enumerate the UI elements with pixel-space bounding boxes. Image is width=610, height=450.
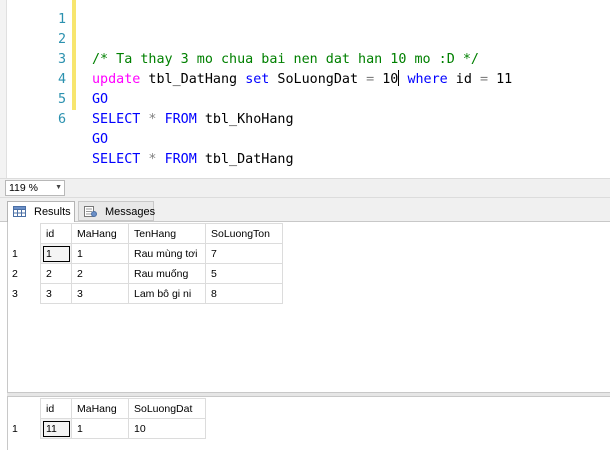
change-marker [72,90,76,110]
column-header-mahang[interactable]: MaHang [71,398,129,419]
column-header-id[interactable]: id [40,398,72,419]
horizontal-scrollbar[interactable] [72,182,602,194]
results-grid-khohang[interactable]: id MaHang TenHang SoLuongTon 1 1 1 Rau m… [8,223,283,304]
grid-cell[interactable]: Lam bô gi ni [128,283,206,304]
table-row[interactable]: 1 11 1 10 [8,418,206,439]
grid-header-row: id MaHang SoLuongDat [8,398,206,419]
change-marker [72,50,76,70]
grid-cell[interactable]: 2 [71,263,129,284]
table-row[interactable]: 3 3 3 Lam bô gi ni 8 [8,283,283,304]
zoom-dropdown[interactable]: 119 % ▼ [5,180,65,196]
sql-keyword: GO [92,132,109,147]
results-pane: id MaHang TenHang SoLuongTon 1 1 1 Rau m… [0,222,610,450]
sql-editor[interactable]: 1 /* Ta thay 3 mo chua bai nen dat han 1… [0,0,610,178]
grid-cell[interactable]: 2 [40,263,72,284]
pane-splitter[interactable] [7,392,610,397]
row-number[interactable]: 1 [8,243,41,264]
zoom-value: 119 % [9,182,38,194]
code-line-5: 5 GO [0,70,610,147]
column-header-tenhang[interactable]: TenHang [128,223,206,244]
sql-identifier: tbl_KhoHang [196,112,294,127]
tab-messages-label: Messages [105,206,156,218]
tab-results[interactable]: Results [7,201,75,223]
row-header-corner [8,398,41,419]
sql-operator: * [140,152,165,167]
grid-cell[interactable]: 1 [71,243,129,264]
change-marker [72,0,76,10]
results-grid-dathang[interactable]: id MaHang SoLuongDat 1 11 1 10 [8,398,206,439]
code-line-1: 1 /* Ta thay 3 mo chua bai nen dat han 1… [0,0,610,67]
line-number: 6 [57,112,66,127]
code-line-2: 2 update tbl_DatHang set SoLuongDat = 10… [0,10,610,87]
grid-cell[interactable]: 11 [40,418,72,439]
sql-keyword: SELECT [92,112,141,127]
code-line-4: 4 SELECT * FROM tbl_KhoHang [0,50,610,127]
code-line-3: 3 GO [0,30,610,107]
change-marker [72,30,76,50]
sql-keyword: FROM [164,112,197,127]
tab-messages[interactable]: Messages [78,201,156,221]
grid-cell[interactable]: Rau mùng tơi [128,243,206,264]
sql-keyword: FROM [164,152,197,167]
change-marker [72,70,76,90]
grid-cell[interactable]: 1 [40,243,72,264]
sql-identifier: tbl_DatHang [196,152,294,167]
messages-icon [84,206,97,217]
row-header-corner [8,223,41,244]
chevron-down-icon[interactable]: ▼ [55,181,62,195]
change-marker [72,10,76,30]
sql-keyword: SELECT [92,152,141,167]
row-number[interactable]: 2 [8,263,41,284]
grid-cell[interactable]: Rau muống [128,263,206,284]
table-row[interactable]: 1 1 1 Rau mùng tơi 7 [8,243,283,264]
column-header-soluongton[interactable]: SoLuongTon [205,223,283,244]
grid-cell[interactable]: 8 [205,283,283,304]
row-number[interactable]: 1 [8,418,41,439]
zoom-bar: 119 % ▼ [0,178,610,198]
column-header-soluongdat[interactable]: SoLuongDat [128,398,206,419]
grid-cell[interactable]: 5 [205,263,283,284]
column-header-mahang[interactable]: MaHang [71,223,129,244]
results-tab-strip: Results Messages [0,198,610,223]
grid-cell[interactable]: 7 [205,243,283,264]
grid-cell[interactable]: 3 [71,283,129,304]
tab-results-label: Results [34,206,71,218]
grid-cell[interactable]: 1 [71,418,129,439]
grid-header-row: id MaHang TenHang SoLuongTon [8,223,283,244]
table-row[interactable]: 2 2 2 Rau muống 5 [8,263,283,284]
grid-cell[interactable]: 10 [128,418,206,439]
grid-icon [13,206,26,217]
column-header-id[interactable]: id [40,223,72,244]
grid-cell[interactable]: 3 [40,283,72,304]
sql-operator: * [140,112,165,127]
code-line-6: 6 SELECT * FROM tbl_DatHang [0,90,610,167]
row-number[interactable]: 3 [8,283,41,304]
